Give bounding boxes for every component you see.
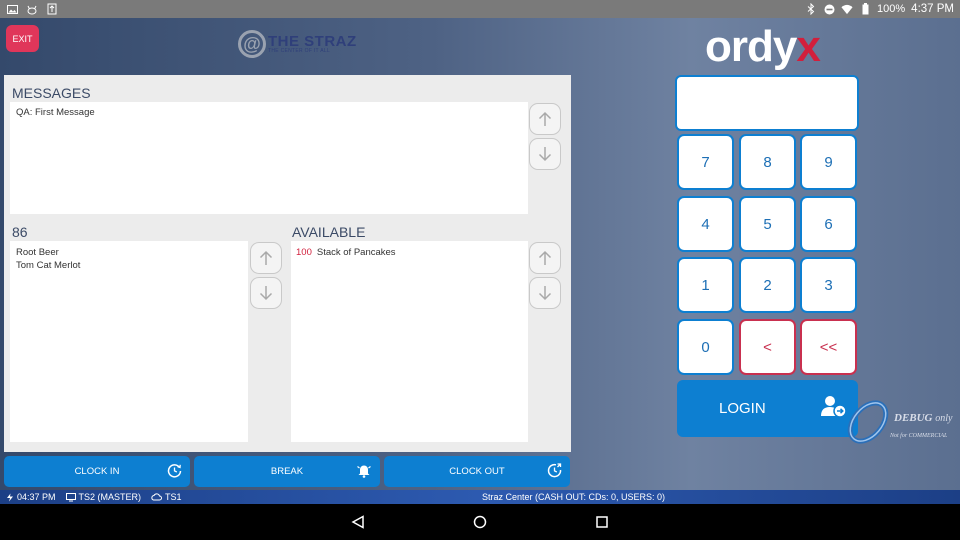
list-item: Tom Cat Merlot bbox=[16, 260, 81, 271]
item-quantity: 100 bbox=[296, 247, 312, 258]
status-time: 4:37 PM bbox=[911, 3, 954, 15]
terminal-icon bbox=[65, 492, 76, 501]
key-4[interactable]: 4 bbox=[677, 196, 734, 252]
venue-logo-name: THE STRAZ bbox=[268, 33, 357, 50]
message-item: QA: First Message bbox=[16, 107, 95, 118]
terminal-info-bar: 04:37 PM TS2 (MASTER) TS1 Straz Center (… bbox=[0, 490, 960, 504]
back-triangle-icon bbox=[351, 515, 364, 529]
recents-nav-button[interactable] bbox=[591, 511, 613, 533]
arrow-up-icon bbox=[259, 250, 273, 265]
ordyx-logo: ordyx bbox=[705, 22, 821, 72]
ordyx-logo-text: ordy bbox=[705, 22, 797, 71]
info-panel: MESSAGES QA: First Message 86 Root Beer … bbox=[4, 75, 571, 452]
eighty-six-scroll-down-button[interactable] bbox=[250, 277, 282, 309]
arrow-up-icon bbox=[538, 250, 552, 265]
android-status-bar: 100% 4:37 PM bbox=[0, 0, 960, 18]
recents-square-icon bbox=[596, 516, 608, 528]
key-6[interactable]: 6 bbox=[800, 196, 857, 252]
key-8[interactable]: 8 bbox=[739, 134, 796, 190]
eighty-six-scroll-up-button[interactable] bbox=[250, 242, 282, 274]
login-button[interactable]: LOGIN bbox=[677, 380, 858, 437]
battery-icon bbox=[859, 3, 871, 15]
login-label: LOGIN bbox=[719, 400, 766, 417]
clear-button[interactable]: << bbox=[800, 319, 857, 375]
bell-icon bbox=[356, 462, 372, 478]
debug-badge: DEBUG only Not for COMMERCIAL bbox=[840, 398, 960, 446]
debug-subtitle: Not for COMMERCIAL bbox=[890, 433, 948, 439]
available-title: AVAILABLE bbox=[292, 224, 366, 240]
exit-button[interactable]: EXIT bbox=[6, 25, 39, 52]
debug-title: DEBUG bbox=[894, 412, 933, 424]
venue-logo: @ THE STRAZ THE CENTER OF IT ALL bbox=[238, 30, 357, 58]
home-nav-button[interactable] bbox=[469, 511, 491, 533]
break-button[interactable]: BREAK bbox=[194, 456, 380, 487]
messages-scroll-down-button[interactable] bbox=[529, 138, 561, 170]
info-time: 04:37 PM bbox=[17, 492, 56, 502]
backspace-button[interactable]: < bbox=[739, 319, 796, 375]
home-circle-icon bbox=[473, 515, 487, 529]
cat-icon bbox=[26, 3, 38, 15]
key-3[interactable]: 3 bbox=[800, 257, 857, 313]
messages-scroll-up-button[interactable] bbox=[529, 103, 561, 135]
key-9[interactable]: 9 bbox=[800, 134, 857, 190]
bluetooth-icon bbox=[805, 3, 817, 15]
key-2[interactable]: 2 bbox=[739, 257, 796, 313]
do-not-disturb-icon bbox=[823, 3, 835, 15]
eighty-six-title: 86 bbox=[12, 224, 28, 240]
clock-out-icon bbox=[546, 462, 562, 478]
debug-suffix: only bbox=[935, 413, 953, 424]
arrow-down-icon bbox=[538, 286, 552, 301]
break-label: BREAK bbox=[270, 466, 304, 477]
cloud-icon bbox=[151, 493, 163, 501]
key-5[interactable]: 5 bbox=[739, 196, 796, 252]
ordyx-logo-accent: x bbox=[796, 22, 821, 71]
debug-logo-icon bbox=[847, 400, 889, 444]
info-peer: TS1 bbox=[165, 492, 182, 502]
clock-in-button[interactable]: CLOCK IN bbox=[4, 456, 190, 487]
info-center-status: Straz Center (CASH OUT: CDs: 0, USERS: 0… bbox=[482, 492, 666, 502]
messages-title: MESSAGES bbox=[12, 85, 91, 101]
eighty-six-list[interactable]: Root Beer Tom Cat Merlot bbox=[10, 241, 248, 442]
battery-percent: 100% bbox=[877, 3, 906, 15]
list-item: 100 Stack of Pancakes bbox=[291, 241, 528, 264]
item-name: Stack of Pancakes bbox=[316, 247, 396, 258]
power-icon bbox=[7, 493, 13, 501]
info-terminal: TS2 (MASTER) bbox=[78, 492, 142, 502]
wifi-icon bbox=[841, 3, 853, 15]
key-1[interactable]: 1 bbox=[677, 257, 734, 313]
clock-out-button[interactable]: CLOCK OUT bbox=[384, 456, 570, 487]
clock-in-label: CLOCK IN bbox=[74, 466, 120, 477]
key-7[interactable]: 7 bbox=[677, 134, 734, 190]
venue-logo-tagline: THE CENTER OF IT ALL bbox=[268, 48, 331, 54]
available-list[interactable]: 100 Stack of Pancakes bbox=[291, 241, 528, 442]
clock-out-label: CLOCK OUT bbox=[449, 466, 505, 477]
back-nav-button[interactable] bbox=[347, 511, 369, 533]
messages-list[interactable]: QA: First Message bbox=[10, 102, 528, 214]
pin-display-field[interactable] bbox=[675, 75, 859, 131]
at-sign-icon: @ bbox=[238, 30, 266, 58]
clock-in-icon bbox=[166, 462, 182, 478]
arrow-down-icon bbox=[538, 147, 552, 162]
android-navigation-bar bbox=[0, 504, 960, 540]
arrow-up-icon bbox=[538, 111, 552, 126]
available-scroll-down-button[interactable] bbox=[529, 277, 561, 309]
usb-icon bbox=[46, 3, 58, 15]
image-icon bbox=[6, 3, 18, 15]
arrow-down-icon bbox=[259, 286, 273, 301]
key-0[interactable]: 0 bbox=[677, 319, 734, 375]
list-item: Root Beer bbox=[16, 247, 59, 258]
available-scroll-up-button[interactable] bbox=[529, 242, 561, 274]
